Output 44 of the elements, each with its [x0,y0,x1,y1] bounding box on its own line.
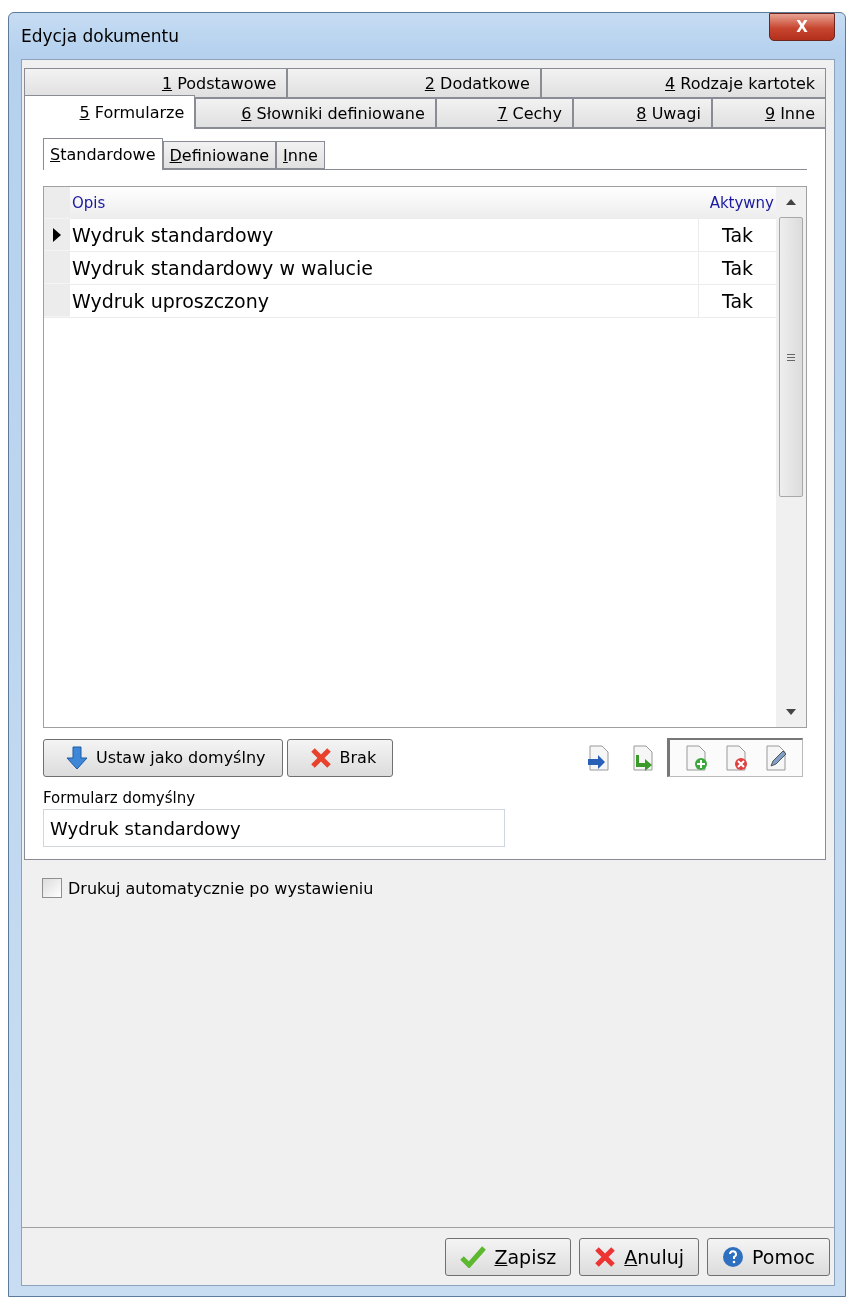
delete-page-icon [724,745,748,771]
field-label: Formularz domyślny [43,789,196,807]
checkbox-label: Drukuj automatycznie po wystawieniu [68,878,374,898]
window-title: Edycja dokumentu [21,26,179,46]
up-arrow-icon[interactable] [786,199,796,205]
default-form-field[interactable]: Wydruk standardowy [43,809,505,847]
tab[interactable]: 5 Formularze [24,95,196,129]
help-icon [722,1245,744,1268]
table-cell-text: Wydruk uproszczony [71,289,270,314]
tab[interactable]: 9 Inne [711,98,826,128]
close-icon [594,1245,617,1268]
down-arrow-icon [66,745,88,770]
add-page-icon [684,745,708,771]
tab[interactable]: 4 Rodzaje kartotek [540,68,826,98]
import-icon [587,744,611,771]
tab[interactable]: 7 Cechy [435,98,573,128]
check-icon [460,1245,487,1268]
table-cell-text: Wydruk standardowy w walucie [71,256,374,281]
row-pointer-icon [52,226,62,243]
action-button[interactable]: Ustaw jako domyślny [43,738,283,777]
tab[interactable]: 8 Uwagi [572,98,712,128]
scrollbar[interactable] [776,187,806,727]
row-header[interactable] [44,219,70,251]
close-icon [309,746,332,769]
down-arrow-icon[interactable] [786,709,796,715]
checkbox[interactable] [42,878,62,898]
close-button[interactable]: X [769,13,835,41]
column-header[interactable]: Aktywny [698,187,776,219]
grip-icon [787,353,795,361]
subtab[interactable]: Definiowane [162,141,276,169]
table-cell-text: Wydruk standardowy [71,223,275,248]
footer-button[interactable]: Zapisz [445,1237,572,1276]
tab[interactable]: 6 Słowniki definiowane [195,98,436,128]
tab[interactable]: 2 Dodatkowe [287,68,541,98]
subtab[interactable]: Standardowe [43,138,163,170]
column-header[interactable]: Opis [70,187,698,219]
footer-button[interactable]: Anuluj [579,1237,699,1276]
subtab[interactable]: Inne [276,141,325,169]
footer-button[interactable]: Pomoc [707,1237,830,1276]
action-button[interactable]: Brak [286,738,394,777]
export-icon [631,744,655,771]
scroll-thumb[interactable] [779,217,803,497]
edit-page-icon [764,745,788,771]
tab[interactable]: 1 Podstawowe [24,68,288,98]
